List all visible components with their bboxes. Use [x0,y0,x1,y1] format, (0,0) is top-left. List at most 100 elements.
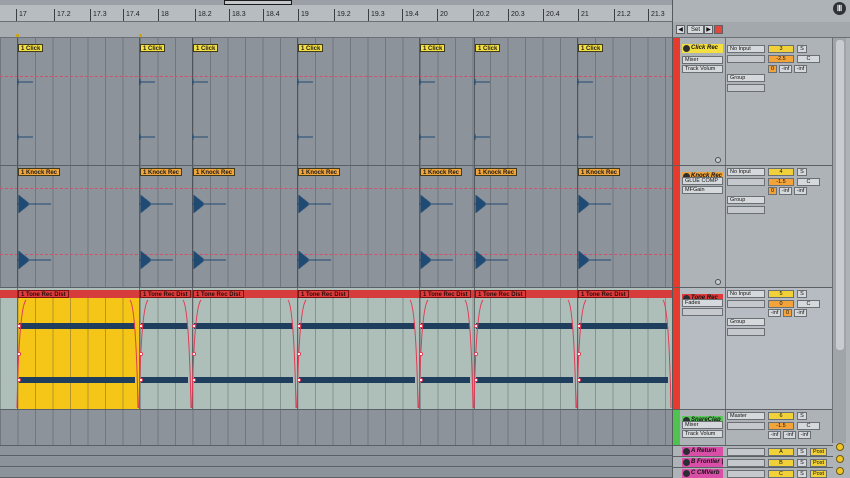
send-c-field[interactable]: -inf [794,65,807,73]
punch-button[interactable] [714,25,723,34]
send-c-field[interactable]: -inf [798,431,811,439]
solo-button[interactable]: S [797,459,807,467]
output-chooser[interactable]: Group [727,196,765,204]
solo-button[interactable]: S [797,412,807,420]
track-lane-snareclap[interactable] [0,410,672,446]
fade-handle [473,323,479,329]
send-a-field[interactable]: 0 [768,65,777,73]
scroll-marker-icon[interactable] [836,443,844,451]
output-channel-chooser[interactable] [727,422,765,430]
output-chooser[interactable]: Group [727,318,765,326]
volume-field[interactable]: -1.5 [768,422,794,430]
return-letter[interactable]: B [768,459,794,467]
device-chooser[interactable]: Mixer [682,421,723,429]
track-number[interactable]: 5 [768,290,794,298]
post-toggle[interactable]: Post [810,448,827,456]
fade-handle [418,351,424,357]
pan-field[interactable]: C [797,300,820,308]
volume-field[interactable]: 0 [768,300,794,308]
fade-handle [473,351,479,357]
return-letter[interactable]: A [768,448,794,456]
return-title[interactable]: C CMVerb [682,469,723,478]
return-lane-a[interactable] [0,446,672,456]
solo-button[interactable]: S [797,168,807,176]
return-lane-b[interactable] [0,457,672,467]
pan-field[interactable]: C [797,55,820,63]
input-channel-chooser[interactable] [727,55,765,63]
track-color-tab [673,410,680,445]
return-letter[interactable]: C [768,470,794,478]
track-lane-knock-rec[interactable]: 1 Knock Rec 1 Knock Rec 1 Knock Rec 1 Knock… [0,166,672,288]
solo-button[interactable]: S [797,448,807,456]
return-output-chooser[interactable] [727,448,765,456]
output-channel-chooser[interactable] [727,84,765,92]
send-b-field[interactable]: 0 [783,309,792,317]
input-chooser[interactable]: No Input [727,168,765,176]
input-channel-chooser[interactable] [727,300,765,308]
param-chooser[interactable]: Track Volum [682,430,723,438]
send-a-field[interactable]: -inf [768,309,781,317]
device-chooser[interactable]: Mixer [682,56,723,64]
solo-button[interactable]: S [797,470,807,478]
fold-arrow-icon[interactable] [683,448,690,455]
nav-left-button[interactable]: ◀ [676,25,685,34]
return-title[interactable]: A Return [682,447,723,456]
track-number[interactable]: 3 [768,45,794,53]
send-c-field[interactable]: -inf [794,187,807,195]
send-a-field[interactable]: 0 [768,187,777,195]
post-toggle[interactable]: Post [810,459,827,467]
param-chooser[interactable]: MFGain [682,186,723,194]
send-b-field[interactable]: -inf [783,431,796,439]
automation-chooser[interactable]: Fades [682,299,723,307]
send-a-field[interactable]: -inf [768,431,781,439]
locator-strip[interactable] [0,22,672,38]
scrollbar-thumb[interactable] [836,40,844,350]
send-b-field[interactable]: -inf [779,65,792,73]
locator-marker[interactable] [139,34,142,37]
return-title[interactable]: B Frontier | 4 [682,458,723,467]
input-chooser[interactable]: No Input [727,45,765,53]
scroll-marker-icon[interactable] [836,455,844,463]
return-lane-c[interactable] [0,468,672,478]
track-lane-tone-rec[interactable]: 1 Tone Rec Dist 1 Tone Rec Dist 1 Tone Rec… [0,288,672,410]
output-chooser[interactable]: Master [727,412,765,420]
track-number[interactable]: 4 [768,168,794,176]
post-toggle[interactable]: Post [810,470,827,478]
add-lane-icon[interactable] [715,279,721,285]
send-b-field[interactable]: -inf [779,187,792,195]
param-chooser[interactable]: Track Volum [682,65,723,73]
fold-arrow-icon[interactable] [683,459,690,466]
output-channel-chooser[interactable] [727,328,765,336]
volume-field[interactable]: -2.5 [768,55,794,63]
input-chooser[interactable]: No Input [727,290,765,298]
arrangement-ruler[interactable]: 17 17.2 17.3 17.4 18 18.2 18.3 18.4 19 19.2 19.3 19… [0,0,672,22]
overview-toggle-icon[interactable]: Ⅲ [833,2,846,15]
overview-strip[interactable] [0,0,672,5]
fold-arrow-icon[interactable] [683,470,690,477]
send-c-field[interactable]: -inf [794,309,807,317]
device-chooser[interactable]: GLUE COMP [682,177,723,185]
set-locator-button[interactable]: Set [687,25,705,34]
track-lane-click-rec[interactable]: 1 Click 1 Click 1 Click 1 Click 1 Click 1 Cli… [0,38,672,166]
add-lane-icon[interactable] [715,157,721,163]
track-number[interactable]: 6 [768,412,794,420]
solo-button[interactable]: S [797,45,807,53]
param-chooser[interactable] [682,308,723,316]
output-chooser[interactable]: Group [727,74,765,82]
output-channel-chooser[interactable] [727,206,765,214]
fade-handle [16,351,22,357]
return-output-chooser[interactable] [727,470,765,478]
locator-marker[interactable] [16,34,19,37]
vertical-scrollbar[interactable] [832,38,846,443]
solo-button[interactable]: S [797,290,807,298]
volume-field[interactable]: -1.5 [768,178,794,186]
track-title-click-rec[interactable]: Click Rec [682,44,723,53]
nav-right-button[interactable]: ▶ [704,25,713,34]
pan-field[interactable]: C [797,422,820,430]
pan-field[interactable]: C [797,178,820,186]
overview-view-box[interactable] [224,0,292,5]
input-channel-chooser[interactable] [727,178,765,186]
fold-arrow-icon[interactable] [683,45,690,52]
return-output-chooser[interactable] [727,459,765,467]
scroll-marker-icon[interactable] [836,467,844,475]
